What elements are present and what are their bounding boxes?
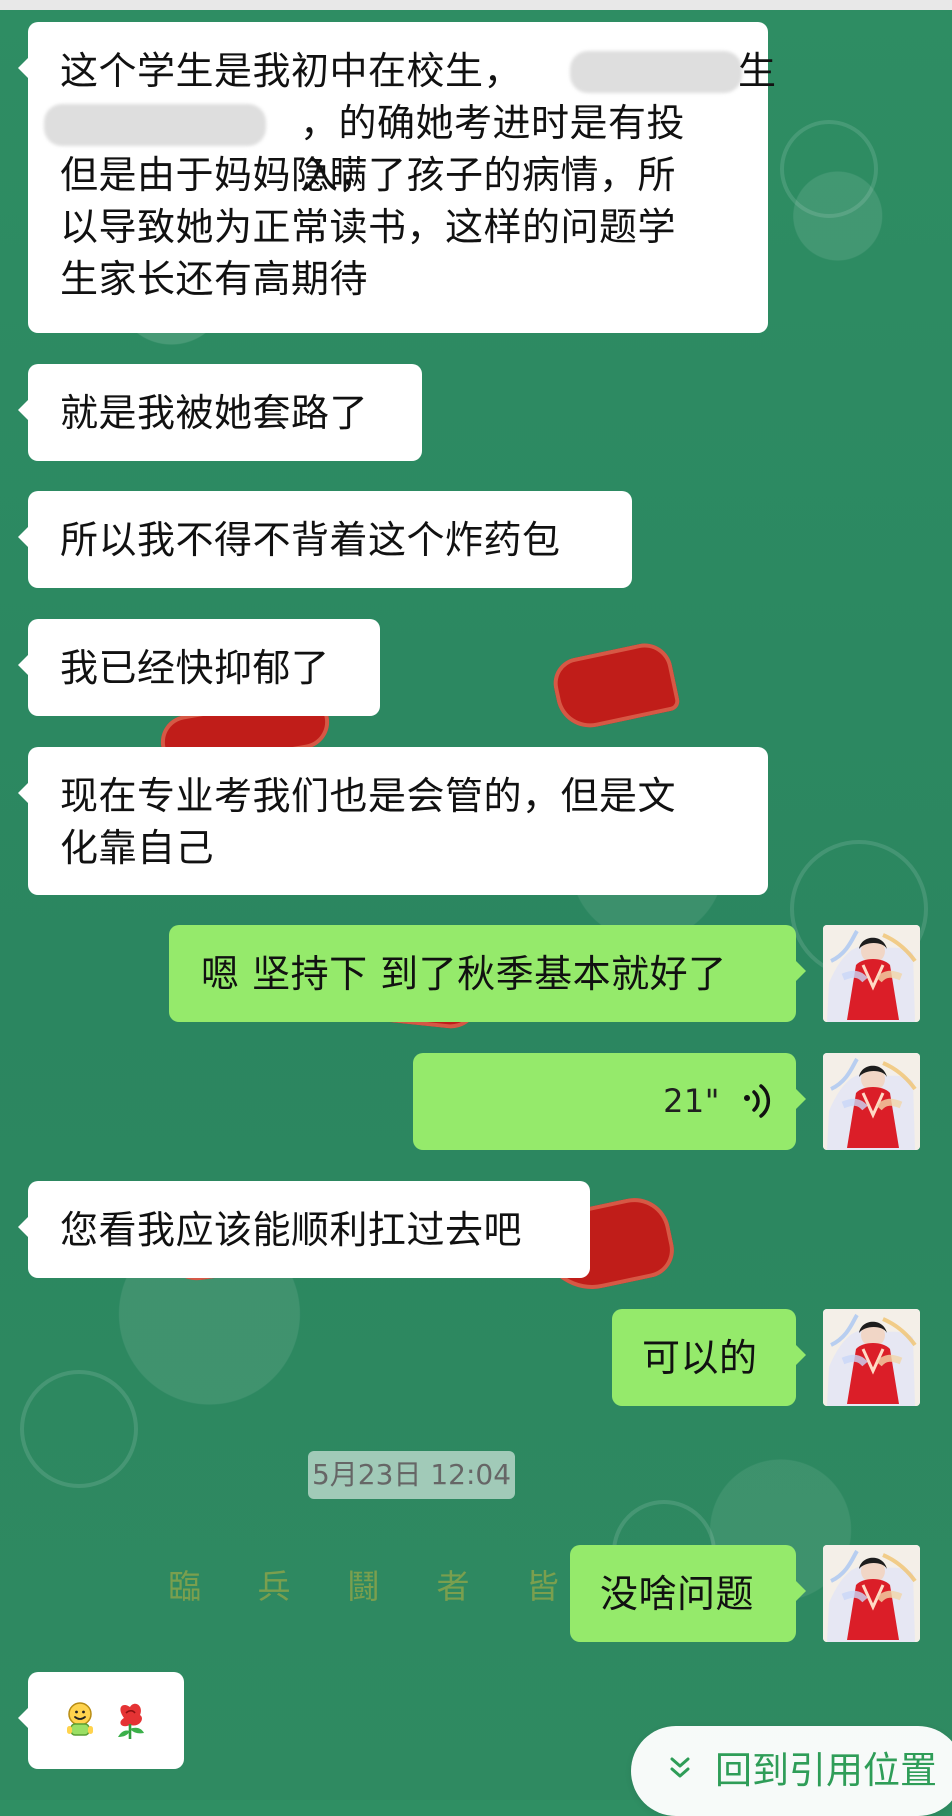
emoji-message[interactable] <box>18 1672 184 1769</box>
double-chevron-down-icon <box>670 1757 690 1778</box>
smiley-person-icon <box>67 1702 93 1736</box>
message-line: 现在专业考我们也是会管的，但是文 <box>60 774 677 818</box>
message-text: 可以的 <box>642 1336 758 1380</box>
message-line: ，的确她考进时是有投入， <box>44 97 744 197</box>
outgoing-message[interactable]: 可以的 <box>612 1309 806 1406</box>
message-text: 嗯 坚持下 到了秋季基本就好了 <box>201 952 727 996</box>
voice-wave-icon <box>744 1084 771 1118</box>
incoming-message[interactable]: 所以我不得不背着这个炸药包 <box>18 491 632 588</box>
message-line: 化靠自己 <box>60 826 215 870</box>
outgoing-message[interactable]: 嗯 坚持下 到了秋季基本就好了 <box>169 925 806 1022</box>
incoming-message[interactable]: 就是我被她套路了 <box>18 364 422 461</box>
user-avatar[interactable] <box>823 1545 920 1642</box>
incoming-message[interactable]: 这个学生是我初中在校生， 生 ，的确她考进时是有投入， 但是由于妈妈隐瞒了孩子的… <box>18 22 776 333</box>
emoji-content <box>67 1702 144 1739</box>
message-text: 没啥问题 <box>600 1572 755 1616</box>
decorative-ring <box>20 1370 138 1488</box>
voice-duration: 21" <box>663 1082 720 1120</box>
outgoing-message[interactable]: 没啥问题 <box>570 1545 806 1642</box>
message-line: 以导致她为正常读书，这样的问题学 <box>60 205 677 249</box>
top-strip <box>0 0 952 10</box>
message-text: 您看我应该能顺利扛过去吧 <box>60 1208 523 1252</box>
incoming-message[interactable]: 我已经快抑郁了 <box>18 619 380 716</box>
decorative-ring <box>780 120 878 218</box>
voice-message[interactable]: 21" <box>413 1053 806 1150</box>
rose-icon <box>118 1703 144 1739</box>
incoming-message[interactable]: 现在专业考我们也是会管的，但是文 化靠自己 <box>18 747 768 895</box>
message-text: 我已经快抑郁了 <box>60 646 330 690</box>
jump-to-quote-label: 回到引用位置 <box>715 1749 937 1792</box>
user-avatar[interactable] <box>823 1053 920 1150</box>
avatar-image <box>823 925 920 1022</box>
user-avatar[interactable] <box>823 1309 920 1406</box>
avatar-image <box>823 1053 920 1150</box>
message-line: 这个学生是我初中在校生， 生 <box>60 45 776 97</box>
message-text: 这个学生是我初中在校生， 生 ，的确她考进时是有投入， 但是由于妈妈隐瞒了孩子的… <box>44 45 776 305</box>
message-text: 现在专业考我们也是会管的，但是文 化靠自己 <box>60 770 744 874</box>
message-line-tail: 生 <box>738 49 777 93</box>
avatar-image <box>823 1545 920 1642</box>
avatar-image <box>823 1309 920 1406</box>
redacted-text <box>570 51 742 93</box>
message-text: 就是我被她套路了 <box>60 391 369 435</box>
incoming-message[interactable]: 您看我应该能顺利扛过去吧 <box>18 1181 590 1278</box>
redacted-text <box>44 104 266 146</box>
message-line: 生家长还有高期待 <box>60 257 369 301</box>
message-line-text: ，的确她考进时是有投入， <box>300 101 686 197</box>
message-text: 所以我不得不背着这个炸药包 <box>60 518 561 562</box>
chat-timestamp: 5月23日 12:04 <box>308 1451 515 1499</box>
message-line-text: 这个学生是我初中在校生， <box>60 49 523 93</box>
jump-to-quote-button[interactable]: 回到引用位置 <box>631 1726 952 1816</box>
user-avatar[interactable] <box>823 925 920 1022</box>
